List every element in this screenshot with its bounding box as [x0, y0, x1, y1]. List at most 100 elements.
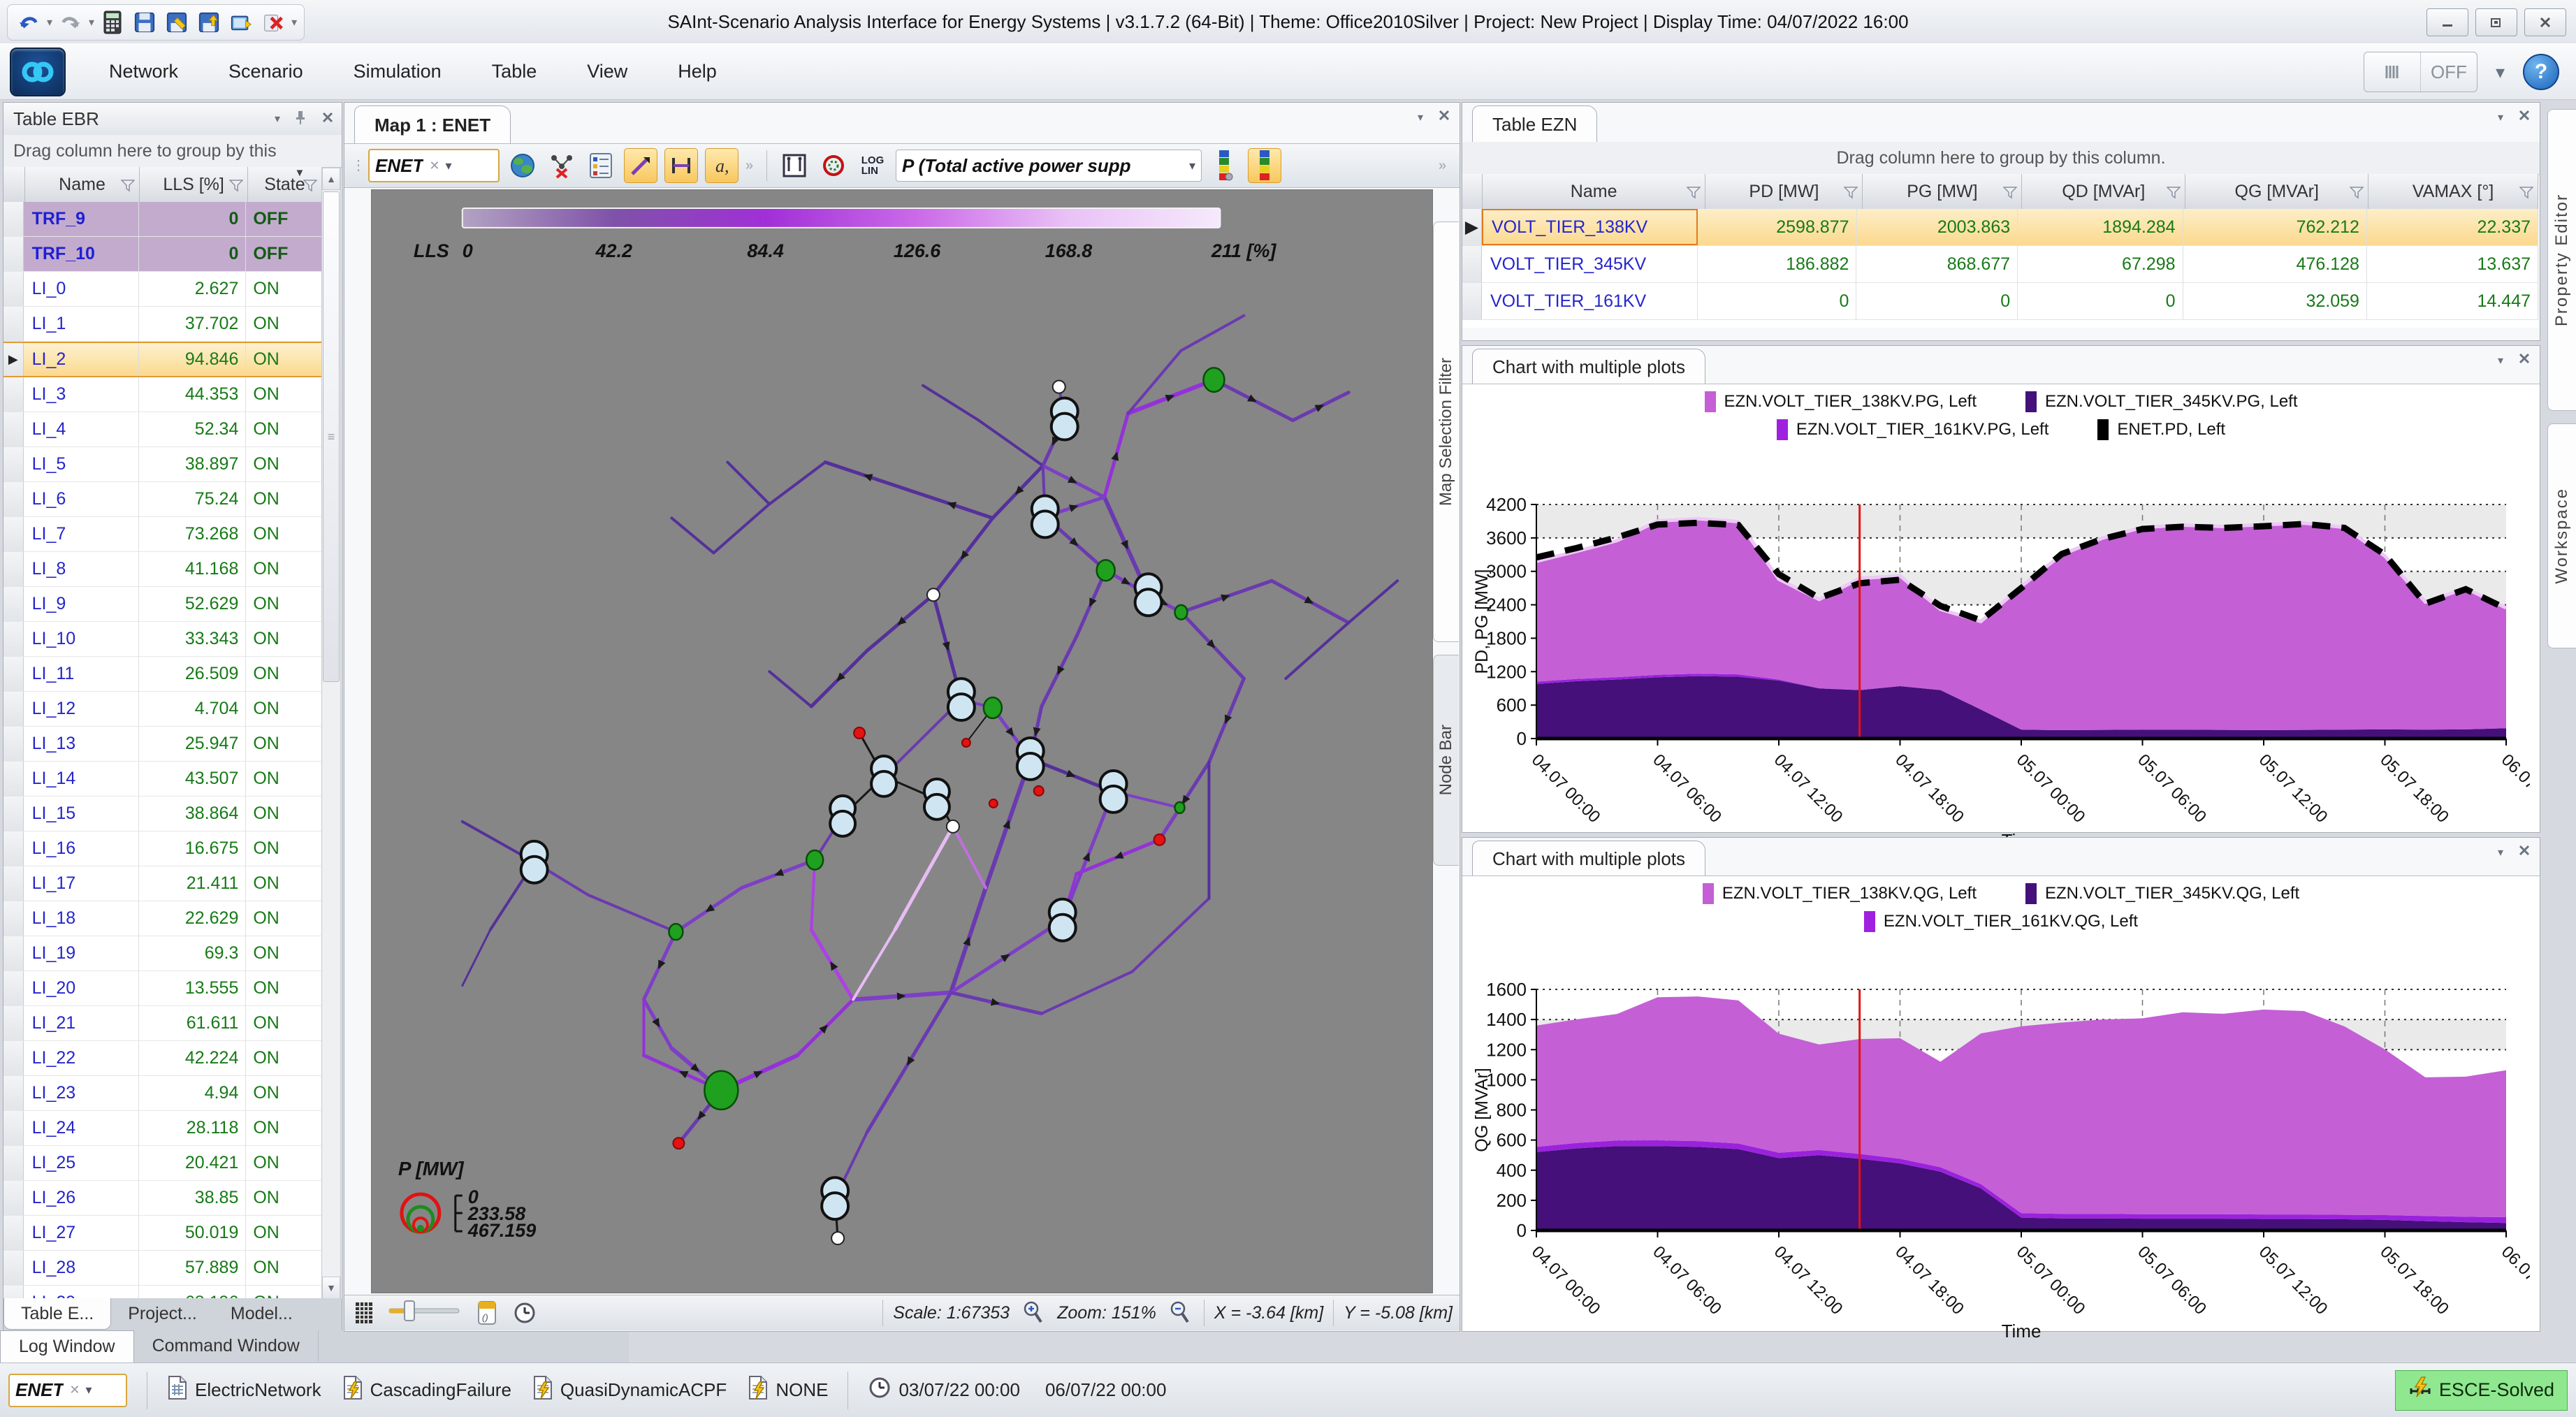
ruler-icon[interactable]: () — [473, 1298, 501, 1328]
tab-property-editor[interactable]: Property Editor — [2547, 109, 2576, 411]
table-row[interactable]: LI_25 20.421 ON — [3, 1146, 322, 1181]
branch-symbol-toggle[interactable] — [664, 148, 698, 183]
tab-table-ebr[interactable]: Table E... — [3, 1298, 112, 1330]
menu-item-network[interactable]: Network — [84, 43, 203, 99]
tab-workspace[interactable]: Workspace — [2547, 423, 2576, 648]
log-lin-icon[interactable]: LOG LIN — [857, 149, 889, 182]
table-row[interactable]: LI_13 25.947 ON — [3, 727, 322, 762]
table-row[interactable]: LI_16 16.675 ON — [3, 831, 322, 866]
help-icon[interactable]: ? — [2523, 54, 2559, 90]
panel-menu-icon[interactable]: ▾ — [2498, 354, 2503, 368]
table-row[interactable]: TRF_10 0 OFF — [3, 237, 322, 272]
table-row[interactable]: ▶ VOLT_TIER_138KV 2598.877 2003.863 1894.284… — [1462, 209, 2538, 246]
network-map[interactable]: LLS 0 42.2 84.4 126.6 168.8 211 [%]P [MW]0233.… — [371, 189, 1433, 1293]
table-row[interactable]: LI_11 26.509 ON — [3, 657, 322, 692]
clear-icon[interactable]: ✕ — [429, 159, 439, 173]
table-row[interactable]: LI_19 69.3 ON — [3, 936, 322, 971]
table-row[interactable]: VOLT_TIER_345KV 186.882 868.677 67.298 476.1… — [1462, 246, 2538, 283]
network-filter-icon[interactable] — [546, 149, 578, 182]
panel-menu-icon[interactable]: ▾ — [275, 112, 280, 126]
tab-model[interactable]: Model... — [214, 1298, 310, 1329]
table-row[interactable]: LI_22 42.224 ON — [3, 1041, 322, 1076]
menu-item-table[interactable]: Table — [467, 43, 562, 99]
table-row[interactable]: LI_6 75.24 ON — [3, 482, 322, 517]
color-scale-edit-icon[interactable] — [1248, 148, 1281, 183]
close-icon[interactable] — [2517, 351, 2531, 369]
toolbar-grip[interactable]: ⋮⋮ — [351, 159, 381, 173]
filter-icon[interactable] — [2166, 184, 2182, 204]
status-module-cascadingfailure[interactable]: CascadingFailure — [342, 1375, 511, 1405]
status-module-quasidynamicacpf[interactable]: QuasiDynamicACPF — [532, 1375, 727, 1405]
close-button[interactable] — [2524, 8, 2566, 36]
table-row[interactable]: LI_1 37.702 ON — [3, 307, 322, 342]
branch-direction-toggle[interactable] — [624, 148, 657, 183]
ebr-column-header[interactable]: LLS [%] — [140, 167, 248, 202]
color-scale-icon[interactable] — [1209, 149, 1241, 182]
tab-chart-2[interactable]: Chart with multiple plots — [1472, 841, 1705, 876]
scroll-up-icon[interactable]: ▲ — [322, 168, 340, 190]
menu-item-view[interactable]: View — [562, 43, 653, 99]
status-module-electricnetwork[interactable]: ElectricNetwork — [167, 1375, 321, 1405]
ezn-column-header[interactable]: PD [MW] — [1705, 174, 1863, 209]
filter-icon[interactable] — [1686, 184, 1702, 204]
table-row[interactable]: LI_24 28.118 ON — [3, 1111, 322, 1146]
opacity-slider[interactable] — [386, 1298, 463, 1328]
scrollbar-thumb[interactable]: ≡ — [323, 191, 340, 682]
table-row[interactable]: LI_10 33.343 ON — [3, 622, 322, 657]
table-row[interactable]: LI_28 57.889 ON — [3, 1251, 322, 1286]
table-row[interactable]: LI_9 52.629 ON — [3, 587, 322, 622]
chart-2-plot[interactable]: 0 200 400 600 800 1000 1200 1400 1600 QG [MVAr] 04… — [1468, 981, 2530, 1344]
table-row[interactable]: LI_14 43.507 ON — [3, 762, 322, 797]
chart-1-plot[interactable]: 0 600 1200 1800 2400 3000 3600 4200 PD, PG [MW] 0… — [1468, 496, 2530, 854]
table-row[interactable]: LI_23 4.94 ON — [3, 1076, 322, 1111]
table-row[interactable]: LI_26 38.85 ON — [3, 1181, 322, 1216]
pin-icon[interactable] — [293, 110, 308, 129]
table-row[interactable]: VOLT_TIER_161KV 0 0 0 32.059 14.447 — [1462, 283, 2538, 320]
table-row[interactable]: LI_12 4.704 ON — [3, 692, 322, 727]
ezn-column-header[interactable]: Name — [1482, 174, 1706, 209]
layout-off-group[interactable]: OFF — [2363, 52, 2477, 92]
table-row[interactable]: LI_0 2.627 ON — [3, 272, 322, 307]
panel-menu-icon[interactable]: ▾ — [1418, 110, 1423, 124]
ebr-scrollbar[interactable]: ▲ ≡ ▼ — [321, 167, 341, 1300]
app-logo-button[interactable] — [10, 48, 66, 96]
tab-command-window[interactable]: Command Window — [134, 1330, 319, 1362]
map-series-combo[interactable]: P (Total active power supp ▾ — [896, 150, 1202, 182]
close-icon[interactable] — [321, 110, 335, 128]
tab-map1-enet[interactable]: Map 1 : ENET — [354, 106, 511, 144]
ezn-column-header[interactable]: VAMAX [°] — [2368, 174, 2539, 209]
toolbar-overflow[interactable]: » — [745, 159, 755, 173]
filter-icon[interactable] — [2519, 184, 2534, 204]
tab-project[interactable]: Project... — [111, 1298, 214, 1329]
status-module-none[interactable]: NONE — [748, 1375, 828, 1405]
zoom-in-icon[interactable] — [1019, 1298, 1047, 1328]
legend-list-icon[interactable] — [585, 149, 617, 182]
zoom-out-icon[interactable] — [1166, 1298, 1194, 1328]
tab-chart-1[interactable]: Chart with multiple plots — [1472, 349, 1705, 384]
close-icon[interactable] — [2517, 108, 2531, 126]
table-row[interactable]: LI_4 52.34 ON — [3, 412, 322, 447]
panel-menu-icon[interactable]: ▾ — [2498, 845, 2503, 859]
ebr-column-header[interactable]: Name — [24, 167, 140, 202]
table-row[interactable]: LI_15 38.864 ON — [3, 797, 322, 831]
minimize-button[interactable] — [2426, 8, 2468, 36]
close-icon[interactable] — [2517, 843, 2531, 861]
axis-range-icon[interactable] — [778, 149, 810, 182]
scroll-down-icon[interactable]: ▼ — [322, 1277, 340, 1299]
filter-icon[interactable] — [2349, 184, 2364, 204]
time-icon[interactable] — [511, 1298, 539, 1328]
grid-layout-icon[interactable] — [2364, 52, 2421, 92]
table-row[interactable]: LI_8 41.168 ON — [3, 552, 322, 587]
tab-log-window[interactable]: Log Window — [0, 1330, 134, 1362]
tab-table-ezn[interactable]: Table EZN — [1472, 106, 1598, 143]
filter-icon[interactable] — [228, 177, 244, 197]
ezn-column-header[interactable]: QD [MVAr] — [2022, 174, 2186, 209]
menu-item-scenario[interactable]: Scenario — [203, 43, 328, 99]
table-row[interactable]: TRF_9 0 OFF — [3, 202, 322, 237]
menu-item-help[interactable]: Help — [653, 43, 742, 99]
clear-icon[interactable]: ✕ — [69, 1383, 80, 1397]
filter-icon[interactable] — [1843, 184, 1859, 204]
table-row[interactable]: ▶ LI_2 94.846 ON — [3, 342, 322, 377]
table-row[interactable]: LI_7 73.268 ON — [3, 517, 322, 552]
table-row[interactable]: LI_17 21.411 ON — [3, 866, 322, 901]
